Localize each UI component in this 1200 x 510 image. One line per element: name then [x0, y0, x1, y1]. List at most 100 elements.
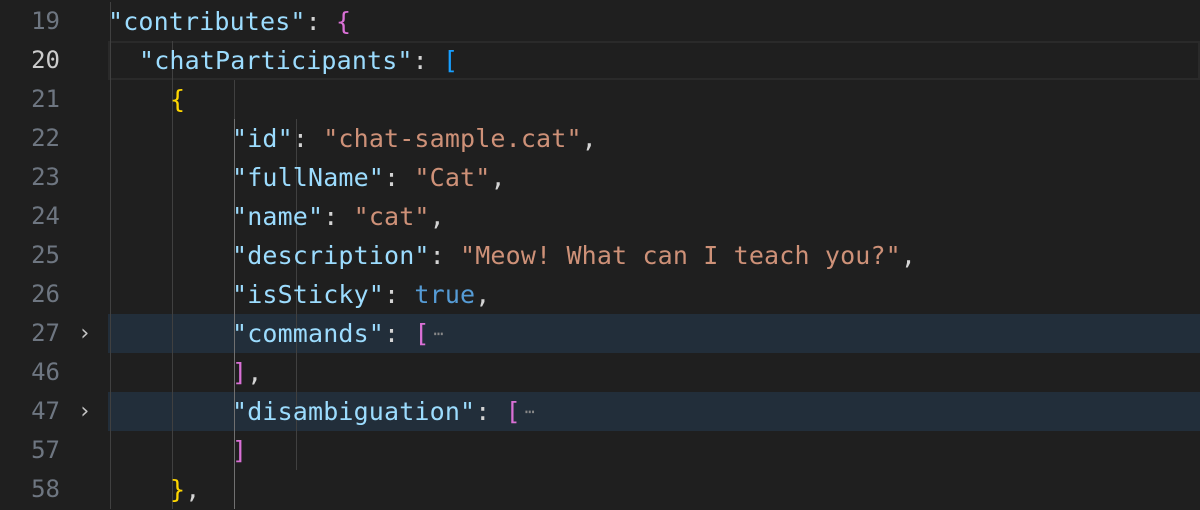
code-area[interactable]: ],	[108, 353, 1200, 392]
code-line[interactable]: 26 "isSticky": true,	[0, 275, 1200, 314]
code-line[interactable]: 20 "chatParticipants": [	[0, 41, 1200, 80]
line-gutter: 19	[0, 2, 108, 41]
code-token: "Meow! What can I teach you?"	[460, 241, 901, 270]
indent-guide	[172, 314, 173, 353]
code-line[interactable]: 46],	[0, 353, 1200, 392]
code-area[interactable]: "id": "chat-sample.cat",	[108, 119, 1200, 158]
code-line[interactable]: 47 › "disambiguation": [⋯	[0, 392, 1200, 431]
line-gutter: 26	[0, 275, 108, 314]
line-gutter: 24	[0, 197, 108, 236]
code-area[interactable]: "name": "cat",	[108, 197, 1200, 236]
line-gutter: 22	[0, 119, 108, 158]
code-line[interactable]: 58},	[0, 470, 1200, 509]
code-token: "disambiguation"	[232, 397, 476, 426]
code-token: :	[475, 397, 506, 426]
code-area[interactable]: "isSticky": true,	[108, 275, 1200, 314]
line-number: 26	[31, 280, 60, 308]
code-token: :	[412, 46, 444, 75]
code-token: "description"	[232, 241, 430, 270]
line-gutter: 46	[0, 353, 108, 392]
indent-guide	[234, 470, 235, 509]
code-token: ,	[581, 124, 597, 153]
indent-guide	[110, 119, 111, 158]
code-area[interactable]: ]	[108, 431, 1200, 470]
indent-guide	[172, 119, 173, 158]
code-text: "id": "chat-sample.cat",	[232, 119, 597, 158]
code-area[interactable]: {	[108, 80, 1200, 119]
code-area[interactable]: },	[108, 470, 1200, 509]
line-gutter: 23	[0, 158, 108, 197]
code-token: "chatParticipants"	[139, 46, 413, 75]
chevron-right-icon[interactable]: ›	[78, 314, 91, 353]
code-token: "Cat"	[414, 163, 491, 192]
code-line[interactable]: 57]	[0, 431, 1200, 470]
line-number: 19	[31, 7, 60, 35]
indent-guide	[172, 197, 173, 236]
code-token: :	[384, 280, 415, 309]
code-text: },	[170, 470, 200, 509]
indent-guide	[172, 236, 173, 275]
code-line[interactable]: 19 "contributes": {	[0, 2, 1200, 41]
code-line[interactable]: 27 › "commands": [⋯	[0, 314, 1200, 353]
code-token: ]	[232, 358, 248, 387]
line-number: 21	[31, 85, 60, 113]
indent-guide	[110, 275, 111, 314]
indent-guide	[110, 197, 111, 236]
line-number: 27	[31, 319, 60, 347]
ellipsis-icon[interactable]: ⋯	[434, 314, 444, 353]
code-token: ,	[490, 163, 506, 192]
code-text: ],	[232, 353, 262, 392]
line-gutter: 57	[0, 431, 108, 470]
indent-guide	[110, 392, 111, 431]
code-token: "chat-sample.cat"	[323, 124, 582, 153]
code-line[interactable]: 23 "fullName": "Cat",	[0, 158, 1200, 197]
code-line[interactable]: 25 "description": "Meow! What can I teach…	[0, 236, 1200, 275]
code-line[interactable]: 21 {	[0, 80, 1200, 119]
line-number: 46	[31, 358, 60, 386]
line-number: 20	[31, 46, 60, 74]
line-gutter: 21	[0, 80, 108, 119]
code-token: ,	[900, 241, 917, 270]
indent-guide	[110, 314, 111, 353]
line-number: 25	[31, 241, 60, 269]
indent-guide	[172, 431, 173, 470]
code-editor[interactable]: 19 "contributes": {20 "chatParticipants": …	[0, 0, 1200, 510]
indent-guide	[110, 158, 111, 197]
indent-guide	[110, 431, 111, 470]
code-token: true	[414, 280, 476, 309]
code-token: "contributes"	[108, 7, 306, 36]
indent-guide	[110, 470, 111, 509]
code-area[interactable]: "description": "Meow! What can I teach y…	[108, 236, 1200, 275]
ellipsis-icon[interactable]: ⋯	[525, 392, 535, 431]
code-area[interactable]: "disambiguation": [⋯	[108, 392, 1200, 431]
code-token: :	[429, 241, 461, 270]
code-token: "name"	[232, 202, 324, 231]
indent-guide	[172, 353, 173, 392]
code-area[interactable]: "chatParticipants": [	[108, 41, 1200, 80]
chevron-right-icon[interactable]: ›	[78, 392, 91, 431]
indent-guide	[110, 236, 111, 275]
line-number: 24	[31, 202, 60, 230]
code-token: "id"	[232, 124, 293, 153]
code-area[interactable]: "fullName": "Cat",	[108, 158, 1200, 197]
code-line[interactable]: 24 "name": "cat",	[0, 197, 1200, 236]
line-number: 22	[31, 124, 60, 152]
code-token: :	[292, 124, 324, 153]
code-token: "commands"	[232, 319, 385, 348]
code-token: {	[336, 7, 352, 36]
code-area[interactable]: "contributes": {	[108, 2, 1200, 41]
code-text: "commands": [⋯	[232, 314, 443, 353]
code-text: "disambiguation": [⋯	[232, 392, 535, 431]
line-gutter: 27 ›	[0, 314, 108, 353]
code-text: {	[170, 80, 185, 119]
code-token: [	[414, 319, 430, 348]
code-line[interactable]: 22 "id": "chat-sample.cat",	[0, 119, 1200, 158]
indent-guide	[110, 80, 111, 119]
code-text: ]	[232, 431, 247, 470]
line-number: 58	[31, 475, 60, 503]
line-number: 23	[31, 163, 60, 191]
line-gutter: 25	[0, 236, 108, 275]
code-token: :	[323, 202, 354, 231]
indent-guide	[172, 275, 173, 314]
code-area[interactable]: "commands": [⋯	[108, 314, 1200, 353]
